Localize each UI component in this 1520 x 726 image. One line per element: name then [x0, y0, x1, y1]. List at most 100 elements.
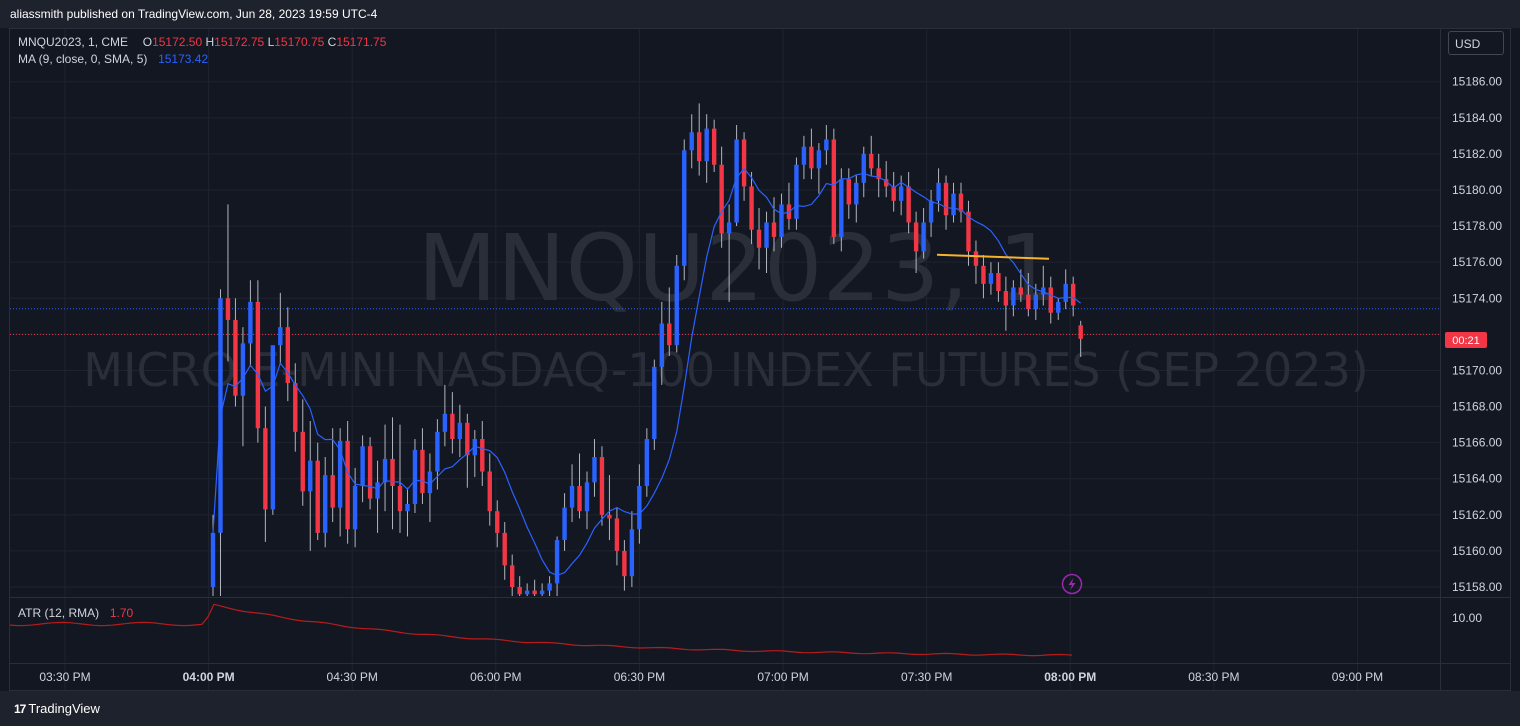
- candle-body: [764, 222, 769, 248]
- time-tick-label: 06:00 PM: [470, 670, 521, 684]
- atr-polyline: [9, 603, 1073, 657]
- candle-body: [554, 540, 560, 584]
- time-tick-label: 03:30 PM: [39, 670, 90, 684]
- price-tick-label: 15160.00: [1452, 544, 1502, 558]
- candle-body: [210, 532, 216, 587]
- chart-canvas[interactable]: MNQU2023, 1 MICRO E-MINI NASDAQ-100 INDE…: [0, 0, 1520, 726]
- tradingview-logo[interactable]: 17 TradingView: [14, 701, 100, 716]
- candle: [412, 439, 418, 514]
- countdown-badge: 00:21: [1445, 332, 1487, 348]
- candle-body: [382, 458, 388, 483]
- candle: [1063, 269, 1068, 310]
- price-tick-label: 15162.00: [1452, 508, 1502, 522]
- candle: [599, 446, 605, 526]
- lightning-icon[interactable]: [1061, 573, 1083, 595]
- candle: [337, 428, 343, 537]
- candle: [375, 460, 380, 533]
- candle: [577, 453, 582, 519]
- candle: [674, 254, 679, 353]
- candle: [315, 442, 320, 541]
- candle-body: [973, 251, 979, 266]
- candle-body: [270, 345, 276, 510]
- candle: [345, 420, 350, 544]
- atr-legend[interactable]: ATR (12, RMA) 1.70: [18, 606, 133, 620]
- candle: [936, 168, 941, 212]
- candle: [884, 161, 889, 198]
- candle-body: [495, 511, 500, 533]
- candle: [472, 430, 477, 477]
- legend-symbol: MNQU2023, 1, CME: [18, 35, 129, 49]
- candle: [323, 457, 328, 548]
- candle-body: [689, 132, 694, 151]
- candle: [367, 437, 373, 510]
- candle-body: [614, 518, 620, 551]
- candle-body: [794, 164, 799, 219]
- candle-body: [846, 179, 851, 205]
- candle: [225, 204, 231, 362]
- candle-body: [524, 590, 530, 595]
- candle: [831, 128, 837, 245]
- candle-body: [599, 457, 605, 515]
- candle-body: [928, 200, 934, 223]
- candle-body: [831, 139, 837, 237]
- candle: [816, 143, 822, 194]
- candle-body: [1033, 294, 1038, 310]
- candle-body: [1018, 287, 1024, 295]
- candle-body: [697, 132, 702, 162]
- candle-body: [749, 186, 754, 230]
- candle: [569, 464, 575, 523]
- price-tick-label: 15168.00: [1452, 400, 1502, 414]
- candle-body: [435, 431, 440, 472]
- price-tick-label: 15176.00: [1452, 255, 1502, 269]
- candle-body: [532, 590, 537, 595]
- candle: [524, 583, 530, 596]
- candle-body: [898, 186, 904, 201]
- price-tick-label: 15158.00: [1452, 580, 1502, 594]
- candle-body: [801, 146, 807, 165]
- candle: [891, 171, 896, 212]
- candle: [532, 579, 537, 596]
- candle: [300, 399, 305, 506]
- time-tick-label: 08:30 PM: [1188, 670, 1239, 684]
- candle: [360, 435, 365, 503]
- candle-body: [951, 193, 956, 216]
- currency-selector[interactable]: USD: [1448, 31, 1504, 55]
- candle-body: [293, 383, 298, 432]
- legend-low: 15170.75: [274, 35, 325, 49]
- candle-body: [1011, 287, 1016, 306]
- time-tick-label: 09:00 PM: [1332, 670, 1383, 684]
- candle: [704, 114, 709, 183]
- legend-high-label: H: [205, 35, 215, 49]
- candle-body: [869, 153, 874, 169]
- candle: [794, 157, 799, 230]
- candle-body: [592, 457, 597, 483]
- ma-legend[interactable]: MA (9, close, 0, SMA, 5) 15173.42: [18, 52, 208, 66]
- candle-body: [539, 590, 545, 595]
- candle-body: [225, 298, 231, 320]
- candle-body: [771, 222, 777, 237]
- candle: [382, 424, 388, 512]
- candle-body: [988, 273, 994, 284]
- candle-body: [913, 222, 919, 252]
- price-axis[interactable]: 15158.00 15160.00 15162.00 15164.00 15166.00…: [1442, 75, 1502, 625]
- candle-body: [861, 153, 866, 183]
- candle: [255, 280, 261, 443]
- candle-body: [569, 485, 575, 508]
- candle-body: [1048, 287, 1053, 313]
- candle: [824, 125, 829, 165]
- candle-body: [360, 446, 365, 486]
- candle-body: [1056, 301, 1061, 313]
- candle-body: [1078, 325, 1083, 339]
- price-tick-label: 15178.00: [1452, 219, 1502, 233]
- candle-body: [906, 186, 911, 223]
- candle: [801, 135, 807, 180]
- candle-body: [921, 222, 926, 252]
- time-axis[interactable]: 03:30 PM 04:00 PM 04:30 PM 06:00 PM 06:30 PM…: [39, 670, 1383, 684]
- candle-body: [442, 413, 448, 432]
- candle-body: [517, 587, 522, 595]
- candle-body: [315, 460, 320, 533]
- candle-body: [577, 485, 582, 512]
- candle: [352, 467, 358, 548]
- candle: [876, 153, 881, 198]
- candle: [846, 168, 851, 219]
